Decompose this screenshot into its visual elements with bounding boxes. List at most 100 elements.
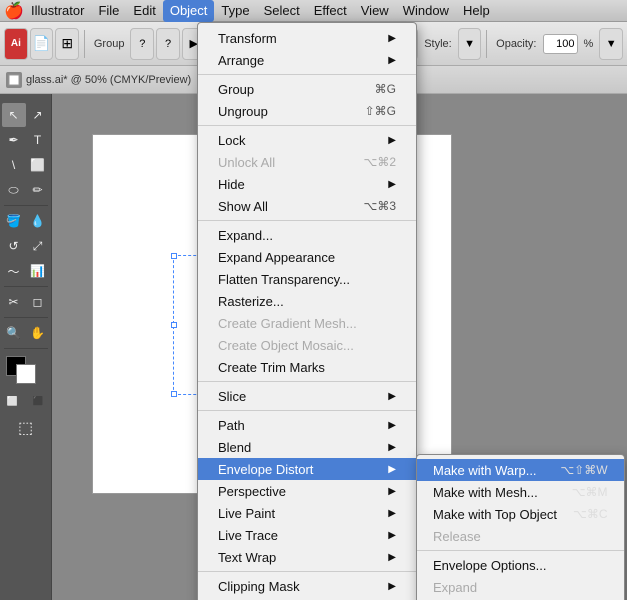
menu-trim-marks[interactable]: Create Trim Marks [198,356,416,378]
menu-rasterize[interactable]: Rasterize... [198,290,416,312]
tool-group-shape2: ⬭ ✏ [2,178,50,202]
mode-icons: ⬜ ⬛ [1,389,51,413]
grid-btn[interactable]: ⊞ [55,28,79,60]
change-screen-mode[interactable]: ⬚ [14,416,38,440]
menubar-item-object[interactable]: Object [163,0,215,22]
menu-expand[interactable]: Expand... [198,224,416,246]
pen-tool[interactable]: ✒ [2,128,26,152]
menu-expand-appearance[interactable]: Expand Appearance [198,246,416,268]
doc-icon [6,72,22,88]
group-label: Group [90,38,129,50]
sep-2 [198,125,416,126]
line-tool[interactable]: \ [2,153,26,177]
menubar-item-illustrator[interactable]: Illustrator [24,0,91,22]
new-doc-btn[interactable]: 📄 [30,28,54,60]
menu-live-paint[interactable]: Live Paint ▶ [198,502,416,524]
menubar-item-file[interactable]: File [91,0,126,22]
help-btn[interactable]: ? [156,28,180,60]
tool-sep-3 [4,317,48,318]
submenu-make-warp[interactable]: Make with Warp... ⌥⇧⌘W [417,459,624,481]
menubar: 🍎 Illustrator File Edit Object Type Sele… [0,0,627,22]
menubar-item-effect[interactable]: Effect [307,0,354,22]
tool-sep-2 [4,286,48,287]
menu-show-all[interactable]: Show All ⌥⌘3 [198,195,416,217]
tool-group-paint: 🪣 💧 [2,209,50,233]
background-color[interactable] [16,364,36,384]
warp-tool[interactable]: 〜 [2,259,26,283]
eraser-tool[interactable]: ◻ [26,290,50,314]
graph-tool[interactable]: 📊 [26,259,50,283]
scale-tool[interactable]: ⤢ [26,234,50,258]
menu-live-trace[interactable]: Live Trace ▶ [198,524,416,546]
menu-object-mosaic[interactable]: Create Object Mosaic... [198,334,416,356]
rect-tool[interactable]: ⬜ [26,153,50,177]
menu-lock[interactable]: Lock ▶ [198,129,416,151]
paintbucket-tool[interactable]: 🪣 [2,209,26,233]
menu-envelope-distort[interactable]: Envelope Distort ▶ Make with Warp... ⌥⇧⌘… [198,458,416,480]
tool-group-select: ↖ ↗ [2,103,50,127]
menu-unlock-all[interactable]: Unlock All ⌥⌘2 [198,151,416,173]
handle-bl[interactable] [171,391,177,397]
tool-sep-4 [4,348,48,349]
envelope-submenu[interactable]: Make with Warp... ⌥⇧⌘W Make with Mesh...… [416,454,625,600]
menu-slice[interactable]: Slice ▶ [198,385,416,407]
submenu-envelope-options[interactable]: Envelope Options... [417,554,624,576]
menu-hide[interactable]: Hide ▶ [198,173,416,195]
tools-panel: ↖ ↗ ✒ T \ ⬜ ⬭ ✏ 🪣 💧 ↺ ⤢ 〜 📊 ✂ [0,94,52,600]
submenu-release[interactable]: Release [417,525,624,547]
sep-1 [198,74,416,75]
type-tool[interactable]: T [26,128,50,152]
submenu-expand[interactable]: Expand [417,576,624,598]
select-tool[interactable]: ↖ [2,103,26,127]
pencil-tool[interactable]: ✏ [26,178,50,202]
handle-ml[interactable] [171,322,177,328]
menubar-item-help[interactable]: Help [456,0,497,22]
arrow-icon: ▶ [388,464,396,475]
eyedropper-tool[interactable]: 💧 [26,209,50,233]
menu-gradient-mesh[interactable]: Create Gradient Mesh... [198,312,416,334]
menu-group[interactable]: Group ⌘G [198,78,416,100]
zoom-tool[interactable]: 🔍 [2,321,26,345]
arrow-icon: ▶ [388,55,396,66]
menubar-item-edit[interactable]: Edit [126,0,162,22]
screen-mode[interactable]: ⬛ [27,389,51,413]
menu-clipping-mask[interactable]: Clipping Mask ▶ [198,575,416,597]
submenu-make-mesh[interactable]: Make with Mesh... ⌥⌘M [417,481,624,503]
object-dropdown[interactable]: Transform ▶ Arrange ▶ Group ⌘G Ungroup ⇧… [197,22,417,600]
menu-ungroup[interactable]: Ungroup ⇧⌘G [198,100,416,122]
scissors-tool[interactable]: ✂ [2,290,26,314]
menubar-item-select[interactable]: Select [257,0,307,22]
sep-5 [198,410,416,411]
arrow-icon: ▶ [388,420,396,431]
handle-tl[interactable] [171,253,177,259]
arrow-icon: ▶ [388,508,396,519]
menu-arrange[interactable]: Arrange ▶ [198,49,416,71]
sep-4 [198,381,416,382]
style-swatch[interactable]: ▼ [458,28,482,60]
menu-blend[interactable]: Blend ▶ [198,436,416,458]
tool-group-draw: ✒ T [2,128,50,152]
menu-path[interactable]: Path ▶ [198,414,416,436]
submenu-make-top-object[interactable]: Make with Top Object ⌥⌘C [417,503,624,525]
menubar-item-type[interactable]: Type [214,0,256,22]
view-mode: ⬚ [14,416,38,440]
tool-group-shape: \ ⬜ [2,153,50,177]
menubar-item-window[interactable]: Window [396,0,456,22]
menu-transform[interactable]: Transform ▶ [198,27,416,49]
arrow-icon: ▶ [388,135,396,146]
rotate-tool[interactable]: ↺ [2,234,26,258]
question-btn[interactable]: ? [130,28,154,60]
arrow-icon: ▶ [388,552,396,563]
arrow-icon: ▶ [388,530,396,541]
menubar-item-view[interactable]: View [354,0,396,22]
ellipse-tool[interactable]: ⬭ [2,178,26,202]
normal-mode[interactable]: ⬜ [1,389,25,413]
apple-menu[interactable]: 🍎 [4,0,24,22]
menu-flatten[interactable]: Flatten Transparency... [198,268,416,290]
direct-select-tool[interactable]: ↗ [26,103,50,127]
opacity-dropdown[interactable]: ▼ [599,28,623,60]
hand-tool[interactable]: ✋ [26,321,50,345]
menu-perspective[interactable]: Perspective ▶ [198,480,416,502]
menu-text-wrap[interactable]: Text Wrap ▶ [198,546,416,568]
opacity-input[interactable] [543,34,578,54]
